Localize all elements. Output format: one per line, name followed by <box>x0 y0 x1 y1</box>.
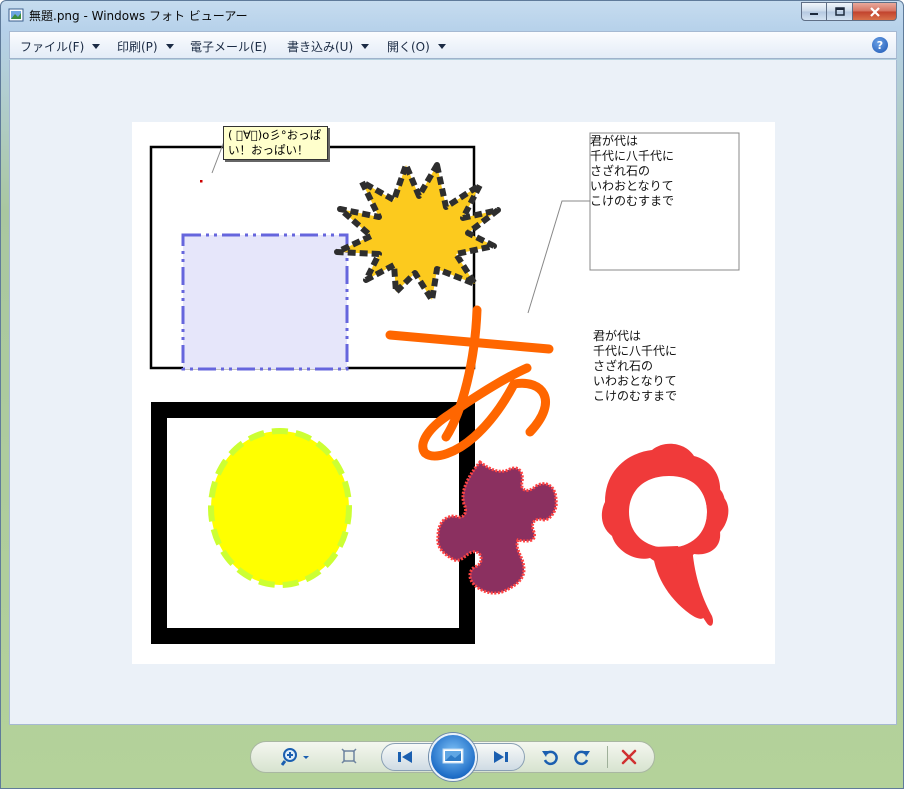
menu-open-label: 開く(O) <box>387 40 430 54</box>
rotate-clockwise-button[interactable] <box>571 745 593 769</box>
speech-callout: ( ﾟ∀ﾟ)o彡°おっぱ い！おっぱい！ <box>223 126 328 160</box>
photo-viewer-window: 無題.png - Windows フォト ビューアー ファイル(F) 印刷(P)… <box>0 0 904 789</box>
zoom-button[interactable] <box>281 743 311 771</box>
poem-free-line-2: 千代に八千代に <box>593 344 678 358</box>
poem-box-line-4: いわおとなりて <box>590 179 674 193</box>
poem-free-line-5: こけのむすまで <box>593 389 678 403</box>
poem-box-line-2: 千代に八千代に <box>590 149 675 163</box>
minimize-button[interactable] <box>801 2 827 21</box>
chevron-down-icon <box>92 44 101 49</box>
menu-print[interactable]: 印刷(P) <box>117 38 174 55</box>
close-icon <box>869 6 880 17</box>
menu-email[interactable]: 電子メール(E) <box>190 38 267 55</box>
displayed-image: ( ﾟ∀ﾟ)o彡°おっぱ い！おっぱい！ 君が代は 千代に八千代に さざれ石の … <box>132 122 775 664</box>
dash-dot-rectangle <box>181 233 349 371</box>
chevron-down-icon <box>361 44 370 49</box>
delete-button[interactable] <box>617 745 641 769</box>
previous-icon <box>398 751 412 763</box>
close-button[interactable] <box>853 2 897 21</box>
menu-file-label: ファイル(F) <box>20 40 85 54</box>
maximize-button[interactable] <box>827 2 853 21</box>
rotate-clockwise-icon <box>574 750 590 766</box>
previous-button[interactable] <box>389 747 421 767</box>
red-dot <box>200 180 203 183</box>
poem-free-line-3: さざれ石の <box>593 359 654 373</box>
chevron-down-icon <box>165 44 174 49</box>
next-icon <box>494 751 508 763</box>
callout-line-2: い！おっぱい！ <box>228 143 309 157</box>
slideshow-icon <box>442 748 464 764</box>
help-icon[interactable]: ? <box>872 37 888 53</box>
yellow-dashed-circle <box>208 428 352 588</box>
title-bar[interactable]: 無題.png - Windows フォト ビューアー <box>1 1 903 29</box>
toolbar-separator <box>607 746 608 768</box>
zoom-icon <box>281 748 309 766</box>
menu-email-label: 電子メール(E) <box>190 40 267 54</box>
chevron-down-icon <box>437 44 446 49</box>
poem-box-line-1: 君が代は <box>590 134 639 148</box>
poem-free-text: 君が代は 千代に八千代に さざれ石の いわおとなりて こけのむすまで <box>593 329 677 404</box>
menu-print-label: 印刷(P) <box>117 40 158 54</box>
poem-box-text: 君が代は 千代に八千代に さざれ石の いわおとなりて こけのむすまで <box>590 134 674 209</box>
minimize-icon <box>810 12 818 15</box>
image-viewing-area: ( ﾟ∀ﾟ)o彡°おっぱ い！おっぱい！ 君が代は 千代に八千代に さざれ石の … <box>9 60 897 725</box>
ribbon-badge-shape <box>601 443 729 626</box>
menu-burn-label: 書き込み(U) <box>287 40 354 54</box>
next-button[interactable] <box>485 747 517 767</box>
actual-size-icon <box>341 748 357 764</box>
caption-buttons <box>801 2 897 21</box>
image-drawing <box>149 132 740 644</box>
poem-box-line-3: さざれ石の <box>590 164 651 178</box>
menu-file[interactable]: ファイル(F) <box>20 38 101 55</box>
maximize-icon <box>834 7 845 16</box>
delete-icon <box>621 749 637 765</box>
rotate-counterclockwise-icon <box>542 750 558 766</box>
photo-viewer-app-icon <box>8 8 24 22</box>
menu-bar: ファイル(F) 印刷(P) 電子メール(E) 書き込み(U) 開く(O) ? <box>9 31 897 59</box>
callout-line-1: ( ﾟ∀ﾟ)o彡°おっぱ <box>228 128 322 142</box>
menu-burn[interactable]: 書き込み(U) <box>287 38 370 55</box>
menu-open[interactable]: 開く(O) <box>387 38 446 55</box>
poem-free-line-4: いわおとなりて <box>593 374 677 388</box>
poem-free-line-1: 君が代は <box>593 329 642 343</box>
actual-size-button[interactable] <box>337 744 361 768</box>
slideshow-button[interactable] <box>429 733 477 781</box>
poem-box-line-5: こけのむすまで <box>590 194 675 208</box>
rotate-counterclockwise-button[interactable] <box>539 745 561 769</box>
window-title: 無題.png - Windows フォト ビューアー <box>29 9 248 23</box>
